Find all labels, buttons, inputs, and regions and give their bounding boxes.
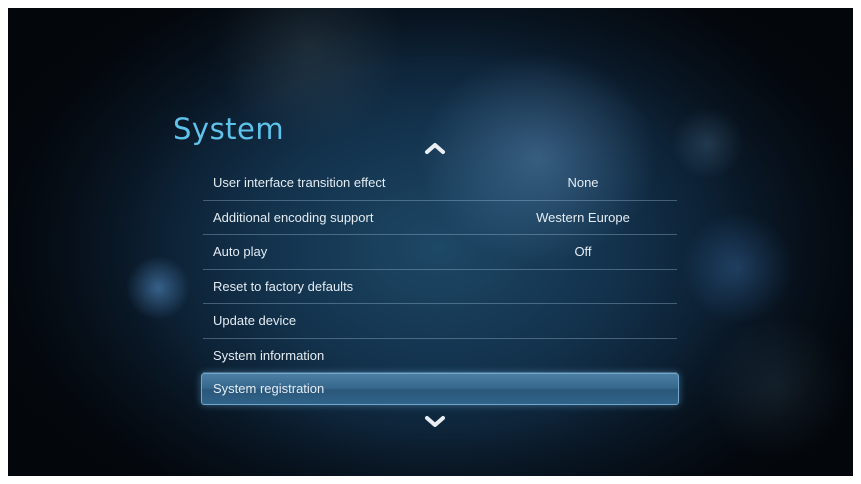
menu-item-label: System registration <box>213 381 325 396</box>
menu-item-auto-play[interactable]: Auto play Off <box>203 235 677 270</box>
menu-item-label: Auto play <box>213 244 268 259</box>
chevron-up-icon[interactable] <box>419 138 451 158</box>
menu-item-value: Western Europe <box>536 209 630 225</box>
system-settings-menu: User interface transition effect None Ad… <box>201 166 679 405</box>
menu-item-ui-transition-effect[interactable]: User interface transition effect None <box>203 166 677 201</box>
menu-item-label: System information <box>213 347 325 363</box>
menu-item-label: User interface transition effect <box>213 175 386 190</box>
chevron-down-icon[interactable] <box>419 412 451 432</box>
menu-item-value: None <box>567 175 599 190</box>
menu-item-system-information[interactable]: System information <box>203 339 677 373</box>
menu-item-label: Additional encoding support <box>213 209 374 225</box>
menu-item-additional-encoding-support[interactable]: Additional encoding support Western Euro… <box>203 201 677 235</box>
tv-screen: System User interface transition effect … <box>8 8 853 476</box>
menu-item-label: Update device <box>213 313 297 328</box>
menu-item-reset-factory-defaults[interactable]: Reset to factory defaults <box>203 270 677 304</box>
menu-item-label: Reset to factory defaults <box>213 278 354 294</box>
page-title: System <box>173 112 285 146</box>
menu-item-value: Off <box>574 244 592 259</box>
menu-item-update-device[interactable]: Update device <box>203 304 677 339</box>
menu-item-system-registration[interactable]: System registration <box>201 373 679 405</box>
